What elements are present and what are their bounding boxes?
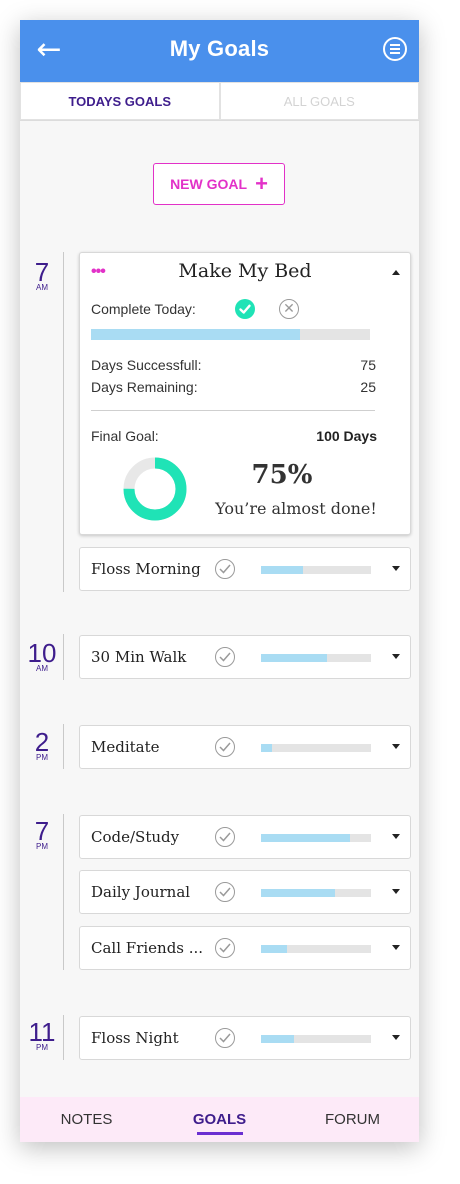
- goal-name: Call Friends ...: [91, 939, 204, 957]
- close-icon[interactable]: ✕: [279, 299, 299, 319]
- goal-progress-bar: [261, 744, 371, 752]
- check-circle-icon[interactable]: [215, 1028, 235, 1048]
- goal-name: Daily Journal: [91, 883, 191, 901]
- final-goal-value: 100 Days: [316, 428, 377, 444]
- top-bar: ← My Goals: [20, 20, 419, 82]
- goal-row[interactable]: Meditate: [79, 725, 411, 769]
- goal-progress-bar: [261, 889, 371, 897]
- goal-progress-bar: [261, 566, 371, 574]
- chevron-down-icon[interactable]: [392, 654, 400, 659]
- bottom-nav: NOTES GOALS FORUM: [20, 1097, 419, 1142]
- goal-progress-bar: [261, 654, 371, 662]
- chevron-down-icon[interactable]: [392, 889, 400, 894]
- goal-progress-bar: [261, 945, 371, 953]
- goal-name: Floss Morning: [91, 560, 201, 578]
- chevron-up-icon[interactable]: [392, 270, 400, 275]
- percent-complete: 75%: [251, 460, 313, 490]
- chevron-down-icon[interactable]: [392, 1035, 400, 1040]
- new-goal-label: NEW GOAL: [170, 176, 248, 192]
- goal-row[interactable]: Call Friends ...: [79, 926, 411, 970]
- time-hour: 10: [27, 638, 57, 668]
- progress-fill: [91, 329, 301, 340]
- time-hour: 2: [34, 727, 50, 757]
- timeline-divider: [63, 1015, 64, 1060]
- time-hour: 7: [34, 816, 50, 846]
- progress-fill: [261, 566, 303, 574]
- goal-row[interactable]: Floss Morning: [79, 547, 411, 591]
- time-ampm: AM: [36, 664, 48, 673]
- timeline-divider: [63, 814, 64, 970]
- check-circle-icon[interactable]: [215, 938, 235, 958]
- timeline-divider: [63, 252, 64, 592]
- goal-name: 30 Min Walk: [91, 648, 187, 666]
- goal-row[interactable]: Daily Journal: [79, 870, 411, 914]
- nav-goals[interactable]: GOALS: [153, 1097, 286, 1142]
- goal-name: Code/Study: [91, 828, 180, 846]
- time-ampm: PM: [36, 842, 48, 851]
- nav-notes[interactable]: NOTES: [20, 1097, 153, 1142]
- plus-icon: +: [255, 171, 268, 196]
- progress-donut-chart: [123, 457, 187, 521]
- days-successful-label: Days Successfull:: [91, 357, 202, 373]
- progress-fill: [261, 945, 288, 953]
- goal-card-expanded: ••• Make My Bed Complete Today: ✕ Days S…: [79, 252, 411, 535]
- check-circle-icon[interactable]: [215, 827, 235, 847]
- time-ampm: PM: [36, 753, 48, 762]
- page-title: My Goals: [169, 36, 270, 61]
- menu-icon[interactable]: [383, 37, 407, 61]
- checkmark-done-icon[interactable]: [235, 299, 255, 319]
- chevron-down-icon[interactable]: [392, 744, 400, 749]
- progress-fill: [261, 744, 272, 752]
- chevron-down-icon[interactable]: [392, 945, 400, 950]
- goal-progress-bar: [261, 1035, 371, 1043]
- days-remaining-value: 25: [360, 379, 376, 395]
- check-circle-icon[interactable]: [215, 882, 235, 902]
- active-indicator: [196, 1132, 243, 1135]
- goal-row[interactable]: Code/Study: [79, 815, 411, 859]
- time-ampm: AM: [36, 283, 48, 292]
- new-goal-button[interactable]: NEW GOAL +: [153, 163, 285, 205]
- progress-message: You’re almost done!: [215, 499, 377, 518]
- check-circle-icon[interactable]: [215, 737, 235, 757]
- nav-goals-label: GOALS: [192, 1111, 247, 1128]
- days-remaining-label: Days Remaining:: [91, 379, 198, 395]
- progress-fill: [261, 889, 335, 897]
- goal-progress-bar: [261, 834, 371, 842]
- app-screen: ← My Goals TODAYS GOALS ALL GOALS NEW GO…: [20, 20, 419, 1142]
- chevron-down-icon[interactable]: [392, 834, 400, 839]
- progress-fill: [261, 834, 351, 842]
- chevron-down-icon[interactable]: [392, 566, 400, 571]
- goal-title: Make My Bed: [178, 260, 312, 282]
- goal-progress-bar: [91, 329, 370, 340]
- nav-forum[interactable]: FORUM: [286, 1097, 419, 1142]
- goal-name: Floss Night: [91, 1029, 179, 1047]
- divider: [91, 410, 375, 411]
- complete-today-label: Complete Today:: [91, 301, 196, 317]
- time-hour: 11: [28, 1017, 56, 1047]
- time-hour: 7: [34, 257, 50, 287]
- tab-todays-goals[interactable]: TODAYS GOALS: [20, 82, 220, 120]
- tab-all-goals[interactable]: ALL GOALS: [219, 82, 419, 120]
- time-ampm: PM: [36, 1043, 48, 1052]
- goal-name: Meditate: [91, 738, 160, 756]
- final-goal-label: Final Goal:: [91, 428, 159, 444]
- timeline-divider: [63, 634, 64, 680]
- days-successful-value: 75: [360, 357, 376, 373]
- goal-row[interactable]: 30 Min Walk: [79, 635, 411, 679]
- check-circle-icon[interactable]: [215, 559, 235, 579]
- timeline-divider: [63, 724, 64, 769]
- tab-bar: TODAYS GOALS ALL GOALS: [20, 82, 419, 121]
- goal-row[interactable]: Floss Night: [79, 1016, 411, 1060]
- progress-fill: [261, 1035, 294, 1043]
- check-circle-icon[interactable]: [215, 647, 235, 667]
- progress-fill: [261, 654, 327, 662]
